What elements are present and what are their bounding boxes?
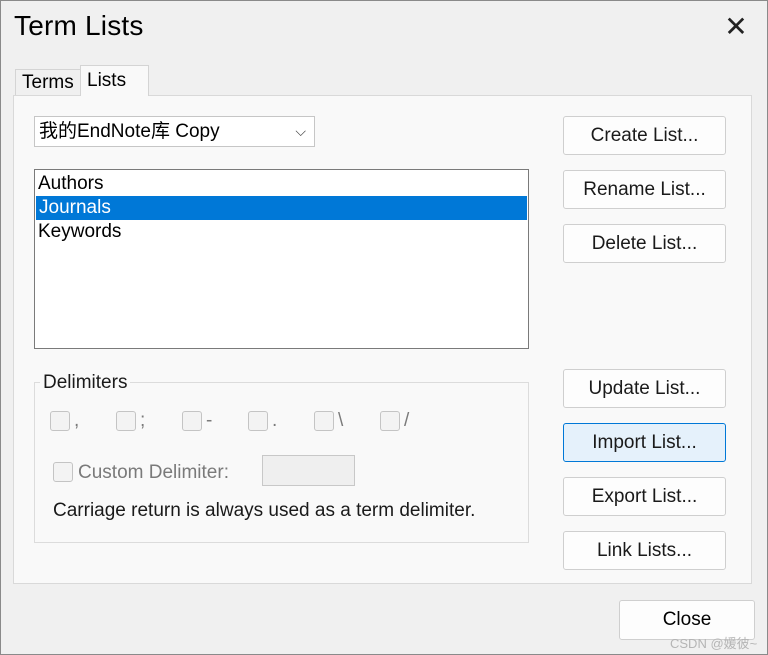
custom-delimiter-label: Custom Delimiter: xyxy=(78,462,229,483)
hyphen-label: - xyxy=(206,410,213,431)
comma-checkbox[interactable] xyxy=(50,411,70,431)
term-lists-listbox[interactable]: Authors Journals Keywords xyxy=(34,169,529,349)
tab-lists[interactable]: Lists xyxy=(80,65,149,96)
delete-list-button[interactable]: Delete List... xyxy=(563,224,726,263)
link-lists-button[interactable]: Link Lists... xyxy=(563,531,726,570)
list-item-keywords[interactable]: Keywords xyxy=(35,220,528,244)
dialog-title: Term Lists xyxy=(14,10,144,41)
custom-delimiter-checkbox[interactable] xyxy=(53,462,73,482)
export-list-button[interactable]: Export List... xyxy=(563,477,726,516)
close-icon[interactable]: ✕ xyxy=(716,10,756,44)
semicolon-label: ; xyxy=(140,410,146,431)
backslash-checkbox[interactable] xyxy=(314,411,334,431)
chevron-down-icon: ⌵ xyxy=(295,123,306,139)
list-item-authors[interactable]: Authors xyxy=(35,172,528,196)
period-checkbox[interactable] xyxy=(248,411,268,431)
delimiter-note: Carriage return is always used as a term… xyxy=(53,500,476,521)
backslash-label: \ xyxy=(338,410,344,431)
create-list-button[interactable]: Create List... xyxy=(563,116,726,155)
slash-checkbox[interactable] xyxy=(380,411,400,431)
tab-terms[interactable]: Terms xyxy=(15,69,81,96)
comma-label: , xyxy=(74,410,80,431)
library-select[interactable]: 我的EndNote库 Copy ⌵ xyxy=(34,116,315,147)
import-list-button[interactable]: Import List... xyxy=(563,423,726,462)
watermark: CSDN @媛彼~ xyxy=(670,636,758,651)
semicolon-checkbox[interactable] xyxy=(116,411,136,431)
custom-delimiter-field[interactable] xyxy=(262,455,355,486)
period-label: . xyxy=(272,410,278,431)
delimiters-legend: Delimiters xyxy=(40,372,131,394)
hyphen-checkbox[interactable] xyxy=(182,411,202,431)
list-item-journals[interactable]: Journals xyxy=(36,196,527,220)
slash-label: / xyxy=(404,410,410,431)
rename-list-button[interactable]: Rename List... xyxy=(563,170,726,209)
update-list-button[interactable]: Update List... xyxy=(563,369,726,408)
library-select-value: 我的EndNote库 Copy xyxy=(39,121,220,142)
